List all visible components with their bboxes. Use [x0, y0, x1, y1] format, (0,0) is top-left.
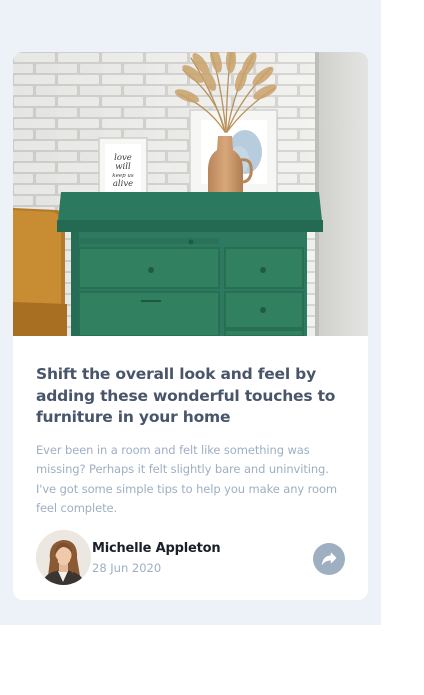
post-date: 28 Jun 2020 — [92, 561, 162, 575]
author-avatar — [36, 530, 91, 585]
article-image: love will keep us alive — [13, 52, 368, 336]
article-title: Shift the overall look and feel by addin… — [36, 365, 336, 426]
frame-text-line-2: will — [115, 162, 131, 172]
share-icon — [321, 552, 337, 566]
author-section: Michelle Appleton 28 Jun 2020 — [36, 530, 346, 586]
share-button[interactable] — [313, 543, 345, 575]
article-card: love will keep us alive Shift the overal… — [13, 52, 368, 600]
author-name: Michelle Appleton — [92, 541, 221, 556]
page-background: love will keep us alive Shift the overal… — [0, 0, 381, 625]
article-content: Shift the overall look and feel by addin… — [36, 364, 351, 519]
frame-text-line-4: alive — [113, 179, 133, 189]
article-description: Ever been in a room and felt like someth… — [36, 442, 337, 516]
